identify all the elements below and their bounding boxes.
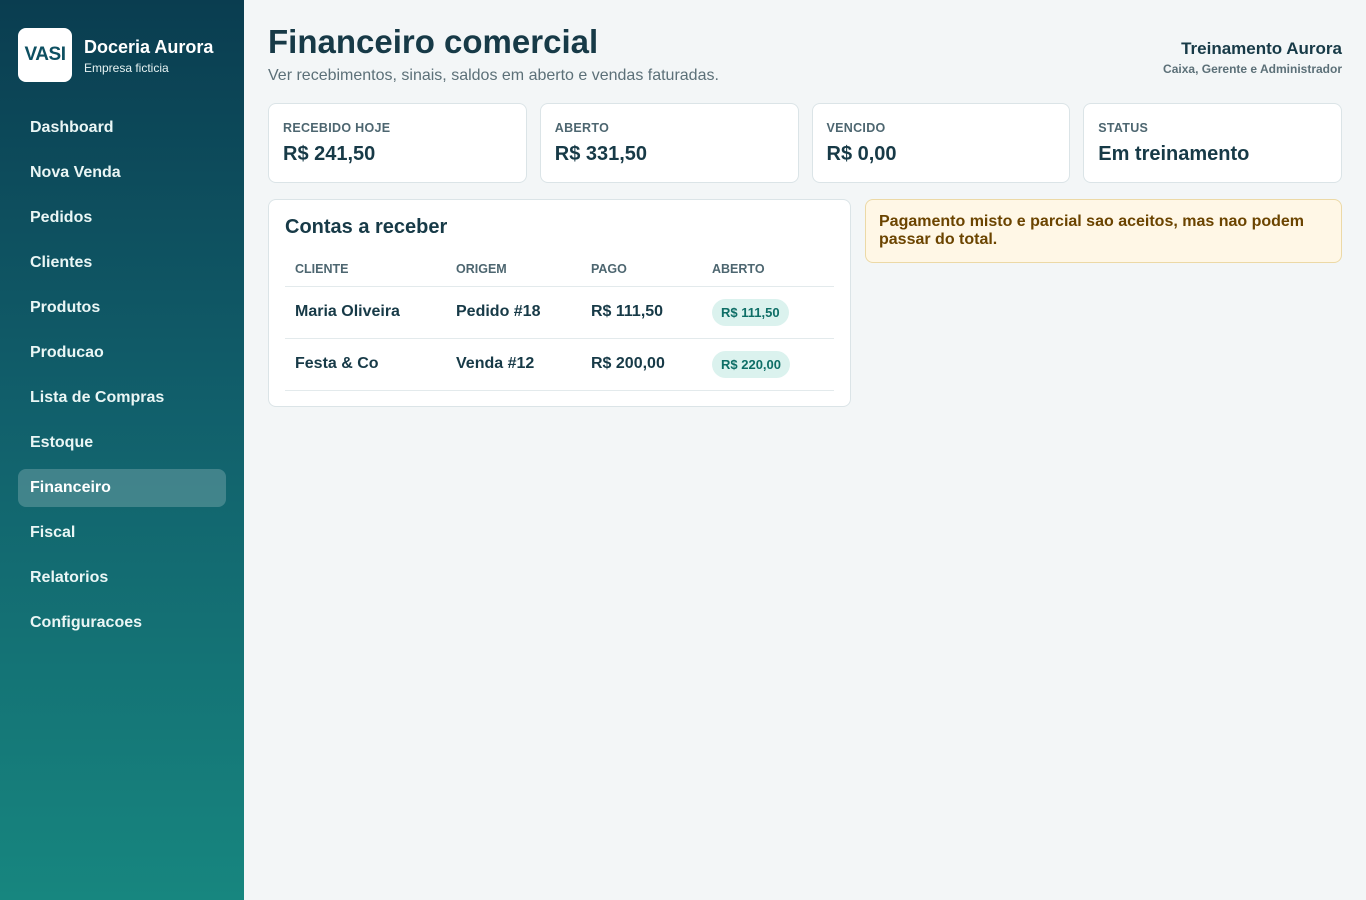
- open-amount-badge: R$ 220,00: [712, 350, 790, 378]
- receivables-table: CLIENTE ORIGEM PAGO ABERTO Maria Oliveir…: [285, 252, 834, 391]
- column-header-pago: PAGO: [581, 252, 702, 287]
- sidebar-item-clientes[interactable]: Clientes: [18, 244, 226, 282]
- kpi-vencido: VENCIDO R$ 0,00: [811, 103, 1071, 183]
- kpi-value: Em treinamento: [1098, 143, 1250, 165]
- brand-logo: VASI: [18, 28, 72, 82]
- sidebar-item-produtos[interactable]: Produtos: [18, 289, 226, 327]
- cell-origem: Pedido #18: [446, 286, 581, 339]
- brand-subtitle: Empresa ficticia: [84, 60, 169, 75]
- page-title: Financeiro comercial: [268, 23, 599, 60]
- sidebar-item-producao[interactable]: Producao: [18, 334, 226, 372]
- cell-pago: R$ 200,00: [581, 338, 702, 391]
- user-info: Treinamento Aurora Caixa, Gerente e Admi…: [1163, 39, 1342, 76]
- payment-notice: Pagamento misto e parcial sao aceitos, m…: [865, 199, 1342, 263]
- cell-cliente: Festa & Co: [285, 338, 446, 391]
- kpi-label: RECEBIDO HOJE: [283, 121, 391, 135]
- receivables-card: Contas a receber CLIENTE ORIGEM PAGO ABE…: [268, 199, 851, 407]
- cell-origem: Venda #12: [446, 338, 581, 391]
- sidebar-nav: Dashboard Nova Venda Pedidos Clientes Pr…: [18, 109, 226, 649]
- cell-pago: R$ 111,50: [581, 286, 702, 339]
- kpi-label: STATUS: [1098, 121, 1149, 135]
- kpi-label: ABERTO: [554, 121, 610, 135]
- column-header-origem: ORIGEM: [446, 252, 581, 287]
- open-amount-badge: R$ 111,50: [712, 298, 789, 326]
- user-name: Treinamento Aurora: [1181, 39, 1342, 58]
- sidebar-item-dashboard[interactable]: Dashboard: [18, 109, 226, 147]
- sidebar-item-relatorios[interactable]: Relatorios: [18, 559, 226, 597]
- user-roles: Caixa, Gerente e Administrador: [1163, 62, 1342, 76]
- sidebar-item-estoque[interactable]: Estoque: [18, 424, 226, 462]
- brand-text: Doceria Aurora Empresa ficticia: [84, 36, 213, 75]
- kpi-recebido-hoje: RECEBIDO HOJE R$ 241,50: [268, 103, 527, 183]
- sidebar-item-financeiro[interactable]: Financeiro: [18, 469, 226, 507]
- cell-cliente: Maria Oliveira: [285, 286, 446, 339]
- kpi-value: R$ 331,50: [554, 143, 648, 165]
- column-header-aberto: ABERTO: [702, 252, 834, 287]
- brand-name: Doceria Aurora: [84, 36, 214, 57]
- page-subtitle: Ver recebimentos, sinais, saldos em aber…: [268, 67, 719, 84]
- cell-aberto: R$ 111,50: [702, 286, 834, 339]
- sidebar-item-lista-de-compras[interactable]: Lista de Compras: [18, 379, 226, 417]
- table-header-row: CLIENTE ORIGEM PAGO ABERTO: [285, 252, 834, 287]
- receivables-title: Contas a receber: [285, 216, 448, 238]
- sidebar-item-configuracoes[interactable]: Configuracoes: [18, 604, 226, 642]
- table-row[interactable]: Festa & Co Venda #12 R$ 200,00 R$ 220,00: [285, 338, 834, 391]
- sidebar: VASI Doceria Aurora Empresa ficticia Das…: [0, 0, 244, 900]
- kpi-value: R$ 0,00: [826, 143, 897, 165]
- cell-aberto: R$ 220,00: [702, 338, 834, 391]
- brand: VASI Doceria Aurora Empresa ficticia: [18, 28, 213, 82]
- kpi-value: R$ 241,50: [283, 143, 376, 165]
- kpi-row: RECEBIDO HOJE R$ 241,50 ABERTO R$ 331,50…: [268, 103, 1342, 183]
- sidebar-item-pedidos[interactable]: Pedidos: [18, 199, 226, 237]
- column-header-cliente: CLIENTE: [285, 252, 446, 287]
- table-row[interactable]: Maria Oliveira Pedido #18 R$ 111,50 R$ 1…: [285, 286, 834, 339]
- sidebar-item-fiscal[interactable]: Fiscal: [18, 514, 226, 552]
- kpi-aberto: ABERTO R$ 331,50: [539, 103, 799, 183]
- sidebar-item-nova-venda[interactable]: Nova Venda: [18, 154, 226, 192]
- kpi-status: STATUS Em treinamento: [1083, 103, 1342, 183]
- kpi-label: VENCIDO: [826, 121, 886, 135]
